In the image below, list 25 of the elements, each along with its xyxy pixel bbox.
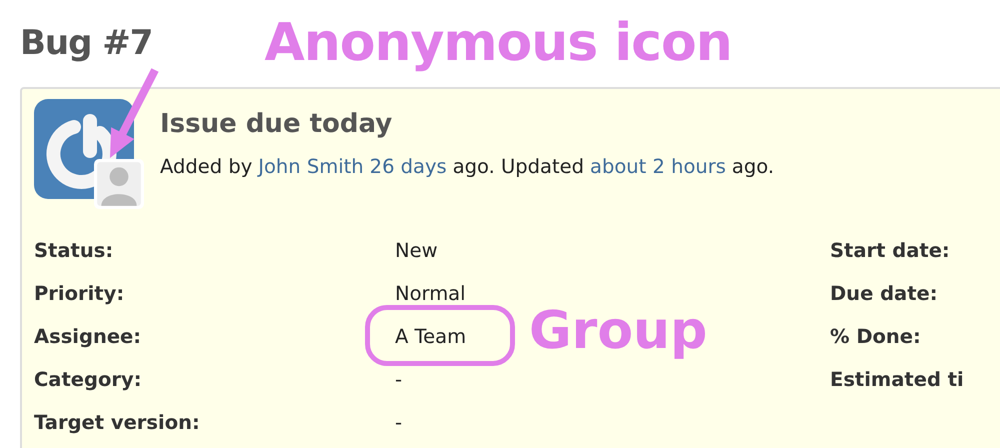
attribute-label: Estimated ti <box>830 368 964 391</box>
callout-label: Anonymous icon <box>264 13 732 73</box>
attribute-label: Target version: <box>34 411 200 434</box>
issue-subject: Issue due today <box>160 109 394 139</box>
attribute-value: - <box>395 368 402 391</box>
page-heading: Bug #7 <box>20 23 152 63</box>
author-link[interactable]: John Smith <box>258 155 364 178</box>
anonymous-user-icon <box>94 159 144 209</box>
attribute-label: % Done: <box>830 325 921 348</box>
attribute-value: - <box>395 411 402 434</box>
attribute-label: Assignee: <box>34 325 142 348</box>
attribute-value: A Team <box>395 325 466 348</box>
attribute-value: Normal <box>395 282 466 305</box>
callout-label: Group <box>529 301 708 361</box>
attribute-label: Category: <box>34 368 142 391</box>
updated-link[interactable]: about 2 hours <box>590 155 726 178</box>
created-link[interactable]: 26 days <box>370 155 447 178</box>
attribute-label: Status: <box>34 239 114 262</box>
author-text: ago. Updated <box>452 155 584 178</box>
attribute-label: Priority: <box>34 282 124 305</box>
author-text: ago. <box>732 155 774 178</box>
attribute-label: Start date: <box>830 239 950 262</box>
attribute-label: Due date: <box>830 282 938 305</box>
author-text: Added by <box>160 155 252 178</box>
attribute-value: New <box>395 239 438 262</box>
